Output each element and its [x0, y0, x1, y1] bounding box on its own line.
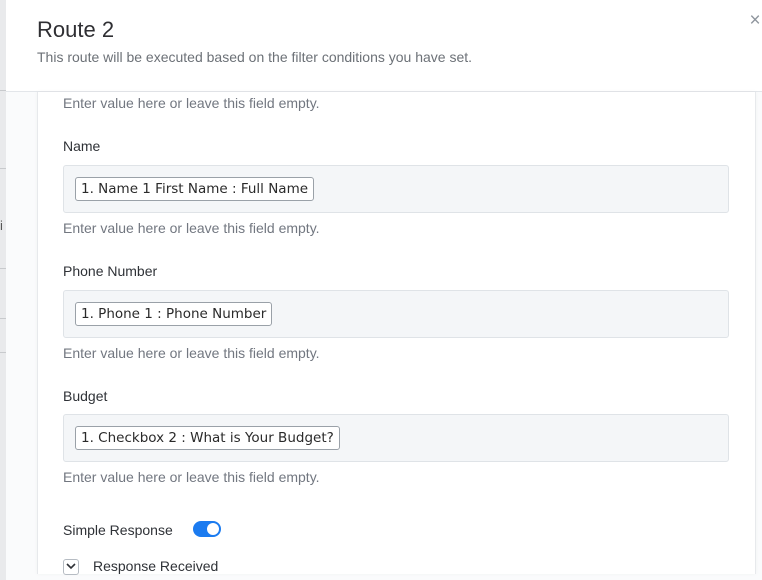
field-label-phone-number: Phone Number — [63, 263, 158, 279]
response-received-label: Response Received — [93, 558, 219, 574]
name-field[interactable]: 1. Name 1 First Name : Full Name — [63, 165, 729, 213]
field-label-name: Name — [63, 138, 101, 154]
modal-title: Route 2 — [37, 17, 115, 42]
phone-mapping-chip[interactable]: 1. Phone 1 : Phone Number — [75, 302, 273, 326]
phone-number-field[interactable]: 1. Phone 1 : Phone Number — [63, 290, 729, 338]
simple-response-label: Simple Response — [63, 522, 173, 538]
field-hint: Enter value here or leave this field emp… — [63, 220, 320, 236]
field-hint: Enter value here or leave this field emp… — [63, 345, 320, 361]
background-glyph: i — [0, 218, 3, 233]
route-modal: Route 2 This route will be executed base… — [6, 0, 762, 580]
name-mapping-chip[interactable]: 1. Name 1 First Name : Full Name — [75, 177, 315, 201]
field-hint: Enter value here or leave this field emp… — [63, 469, 320, 485]
modal-subtitle: This route will be executed based on the… — [37, 49, 473, 65]
toggle-knob — [207, 523, 219, 535]
budget-mapping-chip[interactable]: 1. Checkbox 2 : What is Your Budget? — [75, 426, 340, 450]
route-form-card: Enter value here or leave this field emp… — [37, 92, 756, 575]
simple-response-toggle[interactable] — [193, 521, 221, 537]
close-icon[interactable]: × — [744, 10, 762, 32]
chevron-down-icon[interactable] — [63, 559, 79, 575]
budget-field[interactable]: 1. Checkbox 2 : What is Your Budget? — [63, 414, 729, 462]
field-hint: Enter value here or leave this field emp… — [63, 95, 320, 111]
field-label-budget: Budget — [63, 388, 108, 404]
modal-header: Route 2 This route will be executed base… — [6, 0, 762, 92]
